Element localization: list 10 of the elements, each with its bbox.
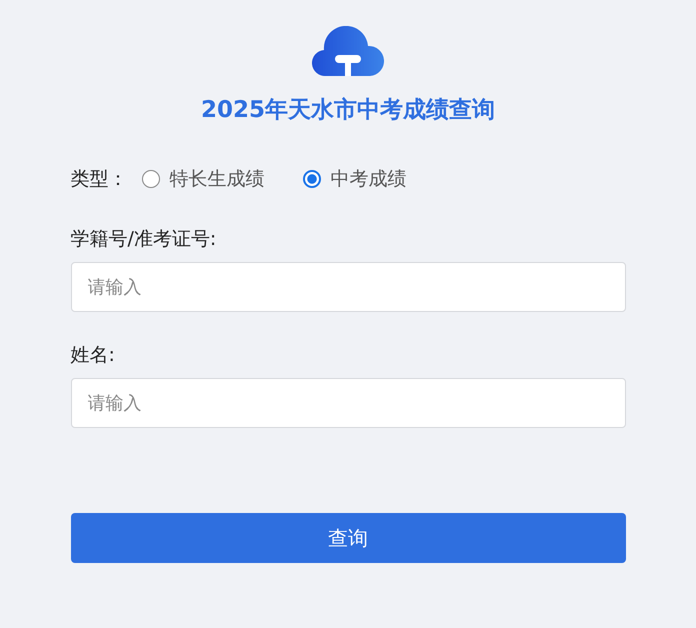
field-label: 学籍号/准考证号: [70, 227, 218, 252]
cloud-logo-icon [312, 26, 384, 78]
input-field[interactable]: 请输入 [70, 262, 626, 312]
query-button[interactable]: 查询 [70, 513, 626, 563]
input-field[interactable]: 请输入 [70, 378, 626, 428]
page-title: 2025年天水市中考成绩查询 [200, 96, 495, 125]
field-label: 姓名: [70, 343, 116, 368]
type-label: 类型： [70, 167, 128, 192]
radio-option[interactable]: 特长生成绩 [142, 166, 264, 192]
radio-option[interactable]: 中考成绩 [302, 166, 406, 192]
